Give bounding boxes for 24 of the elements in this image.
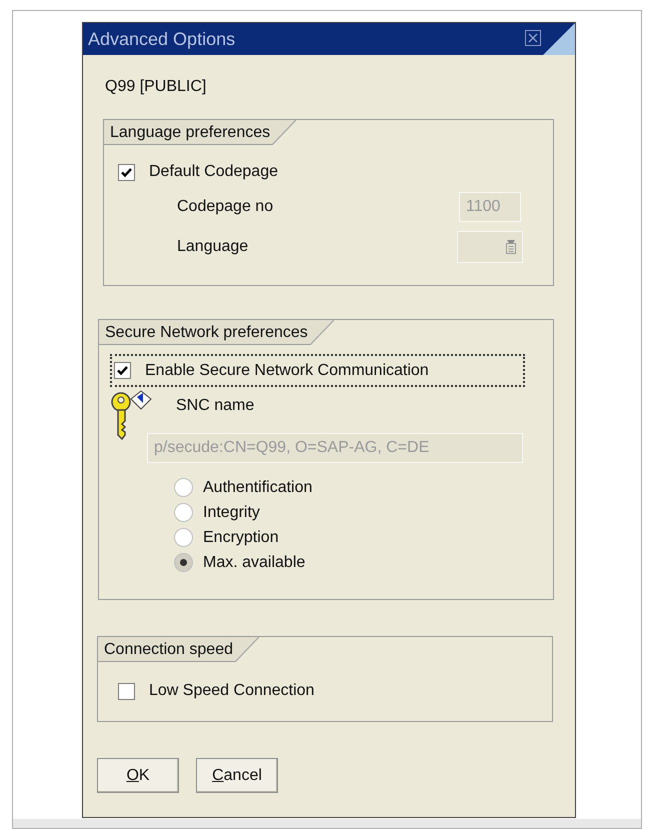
radio-label: Max. available bbox=[203, 552, 306, 572]
dialog-button[interactable]: Cancel bbox=[196, 758, 278, 793]
window-title: Advanced Options bbox=[88, 28, 236, 51]
checkbox[interactable] bbox=[118, 682, 135, 700]
checkbox[interactable] bbox=[118, 164, 135, 180]
field-label: SNC name bbox=[176, 396, 256, 416]
radio-button[interactable] bbox=[174, 478, 193, 497]
checkbox-label: Default Codepage bbox=[149, 162, 278, 182]
checkbox-label: Low Speed Connection bbox=[149, 681, 314, 701]
dialog-button[interactable]: OK bbox=[97, 758, 179, 793]
radio-label: Encryption bbox=[203, 528, 279, 548]
radio-button[interactable] bbox=[174, 553, 193, 572]
field-label: Language bbox=[177, 237, 248, 257]
checkbox[interactable] bbox=[114, 362, 131, 379]
title-bar-corner bbox=[543, 23, 575, 55]
radio-label: Integrity bbox=[203, 502, 260, 522]
list-icon bbox=[506, 240, 516, 254]
radio-button[interactable] bbox=[174, 528, 193, 547]
system-label: Q99 [PUBLIC] bbox=[105, 77, 208, 97]
radio-button[interactable] bbox=[174, 503, 193, 522]
field-label: Codepage no bbox=[177, 197, 274, 217]
radio-label: Authentification bbox=[203, 478, 312, 498]
checkbox-label: Enable Secure Network Communication bbox=[145, 360, 429, 380]
close-icon[interactable] bbox=[525, 30, 541, 46]
